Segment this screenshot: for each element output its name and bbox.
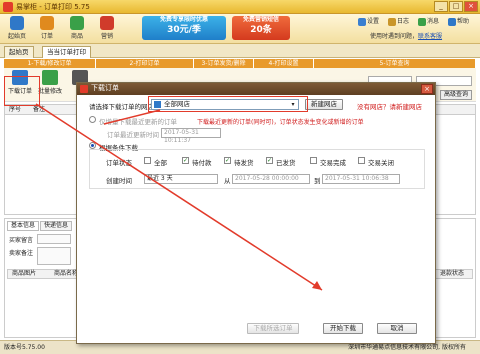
arrow-line-2 (103, 109, 161, 125)
arrow-head-1 (312, 281, 322, 290)
arrow-line-1 (35, 103, 323, 291)
annotation-arrows (35, 103, 323, 291)
